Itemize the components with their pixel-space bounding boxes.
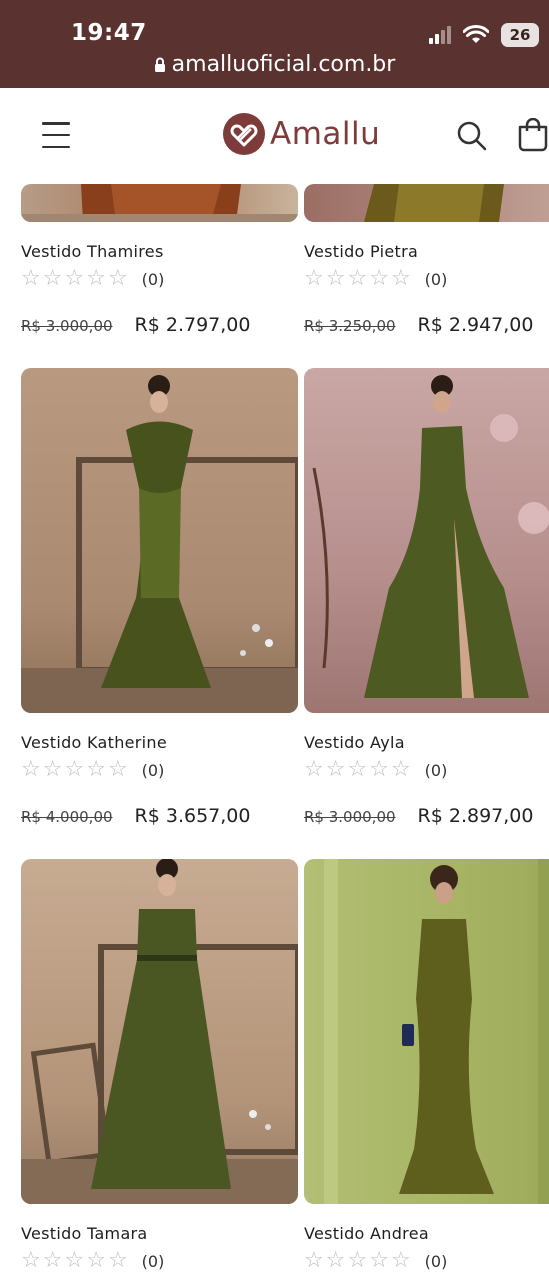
sale-price: R$ 2.897,00 — [417, 805, 534, 827]
clock: 19:47 — [71, 20, 147, 46]
star-rating: ☆ ☆ ☆ ☆ ☆ (0) — [304, 1250, 447, 1272]
product-name[interactable]: Vestido Katherine — [21, 733, 167, 752]
product-name[interactable]: Vestido Thamires — [21, 242, 164, 261]
menu-icon[interactable] — [42, 122, 70, 148]
product-name[interactable]: Vestido Andrea — [304, 1224, 429, 1243]
star-icon: ☆ — [64, 757, 85, 782]
star-icon: ☆ — [369, 757, 389, 782]
product-image[interactable] — [304, 368, 549, 713]
star-icon: ☆ — [42, 1248, 63, 1273]
rating-count: (0) — [424, 760, 448, 780]
dress-photo — [364, 184, 504, 222]
star-icon: ☆ — [107, 757, 128, 782]
product-name[interactable]: Vestido Pietra — [304, 242, 418, 261]
address-bar[interactable]: amalluoficial.com.br — [0, 52, 549, 77]
star-rating: ☆ ☆ ☆ ☆ ☆ (0) — [304, 268, 447, 290]
rating-count: (0) — [424, 269, 448, 289]
cart-icon[interactable] — [516, 118, 549, 152]
dress-photo — [324, 859, 549, 1204]
product-image[interactable] — [21, 184, 298, 222]
old-price: R$ 3.250,00 — [304, 317, 396, 335]
rating-count: (0) — [424, 1251, 448, 1271]
star-icon: ☆ — [369, 1248, 389, 1273]
product-image[interactable] — [304, 859, 549, 1204]
price-block: R$ 3.000,00 R$ 2.897,00 — [304, 805, 533, 827]
star-icon: ☆ — [86, 757, 106, 782]
rating-count: (0) — [141, 760, 165, 780]
old-price: R$ 4.000,00 — [21, 808, 113, 826]
star-rating: ☆ ☆ ☆ ☆ ☆ (0) — [21, 268, 164, 290]
star-icon: ☆ — [347, 1248, 368, 1273]
brand-mark-icon — [223, 113, 265, 155]
star-icon: ☆ — [107, 266, 128, 291]
star-icon: ☆ — [86, 1248, 106, 1273]
star-icon: ☆ — [369, 266, 389, 291]
price-block: R$ 3.000,00 R$ 2.797,00 — [21, 314, 250, 336]
star-rating: ☆ ☆ ☆ ☆ ☆ (0) — [304, 759, 447, 781]
star-icon: ☆ — [304, 757, 324, 782]
sale-price: R$ 2.947,00 — [417, 314, 534, 336]
dress-photo — [21, 184, 298, 222]
product-name[interactable]: Vestido Tamara — [21, 1224, 148, 1243]
star-rating: ☆ ☆ ☆ ☆ ☆ (0) — [21, 759, 164, 781]
url-text: amalluoficial.com.br — [171, 52, 396, 77]
product-image[interactable] — [304, 184, 549, 222]
star-icon: ☆ — [390, 757, 411, 782]
rating-count: (0) — [141, 269, 165, 289]
rating-count: (0) — [141, 1251, 165, 1271]
price-block: R$ 4.000,00 R$ 3.657,00 — [21, 805, 250, 827]
star-icon: ☆ — [325, 757, 346, 782]
star-rating: ☆ ☆ ☆ ☆ ☆ (0) — [21, 1250, 164, 1272]
star-icon: ☆ — [390, 1248, 411, 1273]
cellular-signal-icon — [429, 26, 451, 44]
browser-status-bar: 19:47 26 amalluoficial.com.br — [0, 0, 549, 88]
star-icon: ☆ — [347, 266, 368, 291]
product-image[interactable] — [21, 859, 298, 1204]
sale-price: R$ 2.797,00 — [134, 314, 251, 336]
star-icon: ☆ — [21, 266, 41, 291]
price-block: R$ 3.250,00 R$ 2.947,00 — [304, 314, 533, 336]
star-icon: ☆ — [325, 266, 346, 291]
search-icon[interactable] — [456, 120, 488, 152]
star-icon: ☆ — [64, 266, 85, 291]
star-icon: ☆ — [304, 1248, 324, 1273]
brand-name: Amallu — [270, 116, 381, 152]
old-price: R$ 3.000,00 — [304, 808, 396, 826]
star-icon: ☆ — [325, 1248, 346, 1273]
star-icon: ☆ — [42, 266, 63, 291]
dress-photo — [21, 859, 298, 1204]
dress-photo — [312, 375, 549, 698]
star-icon: ☆ — [21, 757, 41, 782]
star-icon: ☆ — [86, 266, 106, 291]
product-name[interactable]: Vestido Ayla — [304, 733, 405, 752]
star-icon: ☆ — [64, 1248, 85, 1273]
lock-icon — [154, 57, 165, 72]
star-icon: ☆ — [21, 1248, 41, 1273]
old-price: R$ 3.000,00 — [21, 317, 113, 335]
star-icon: ☆ — [347, 757, 368, 782]
wifi-icon — [463, 25, 489, 43]
sale-price: R$ 3.657,00 — [134, 805, 251, 827]
status-icons: 26 — [429, 22, 539, 48]
product-image[interactable] — [21, 368, 298, 713]
star-icon: ☆ — [107, 1248, 128, 1273]
product-grid: Vestido Thamires ☆ ☆ ☆ ☆ ☆ (0) R$ 3.000,00 R… — [0, 184, 549, 1280]
brand-logo[interactable]: Amallu — [222, 110, 380, 158]
dress-photo — [21, 375, 298, 713]
star-icon: ☆ — [304, 266, 324, 291]
site-header: Amallu — [0, 88, 549, 184]
battery-indicator: 26 — [501, 23, 539, 47]
star-icon: ☆ — [42, 757, 63, 782]
star-icon: ☆ — [390, 266, 411, 291]
